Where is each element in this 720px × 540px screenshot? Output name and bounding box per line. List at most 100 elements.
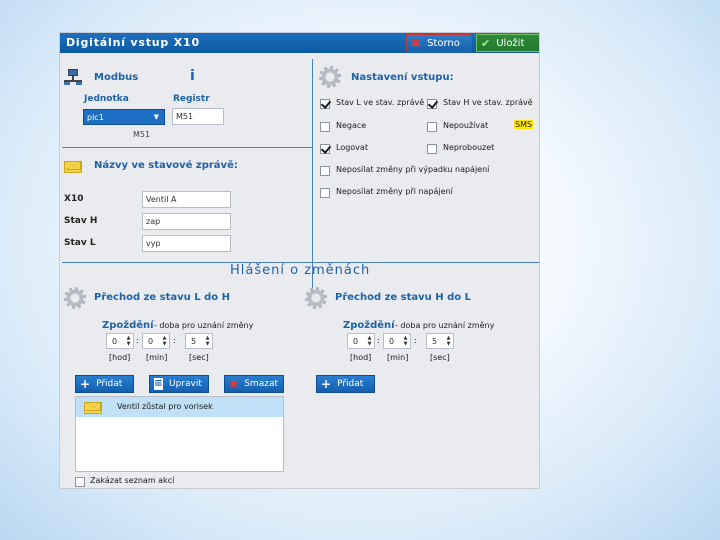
stepper-arrows-icon[interactable]: ▲ ▼ [445,335,452,347]
edit-button[interactable]: ≡ Upravit [149,375,209,393]
check-icon: ✔ [481,36,491,50]
modbus-header: Modbus [94,72,139,83]
list-item[interactable]: Ventil zůstal pro vorisek [76,397,283,417]
envelope-icon [84,402,102,414]
hours-value: 0 [112,336,118,346]
network-icon [64,69,82,85]
separator: : [377,336,380,345]
delay-hint: - doba pro uznání změny [154,321,254,330]
checkbox-state-h-message[interactable] [427,99,437,109]
stepper-arrows-icon[interactable]: ▲ ▼ [125,335,132,347]
stepper-arrows-icon[interactable]: ▲ ▼ [366,335,373,347]
delete-button[interactable]: ✖ Smazat [224,375,284,393]
add-button-right[interactable]: + Přidat [316,375,375,393]
checkbox-disable[interactable] [427,122,437,132]
unit-hours: [hod] [109,353,131,362]
seconds-stepper[interactable]: 5 ▲ ▼ [185,333,213,349]
seconds-stepper[interactable]: 5 ▲ ▼ [426,333,454,349]
minutes-stepper[interactable]: 0 ▲ ▼ [142,333,170,349]
unit-minutes: [min] [146,353,168,362]
envelope-icon [64,161,82,173]
option-label: Stav L ve stav. zprávě [336,98,425,107]
settings-header: Nastavení vstupu: [351,72,454,83]
plus-icon: + [321,377,332,391]
document-icon: ≡ [154,378,163,390]
add-button-left[interactable]: + Přidat [75,375,134,393]
delay-label: Zpoždění [102,320,154,331]
close-icon: ✖ [411,36,422,50]
option-label: Neposílat změny při výpadku napájení [336,165,490,174]
gear-icon [64,287,86,309]
dialog-window: Digitální vstup X10 ✖ Storno ✔ Uložit Mo… [59,32,540,489]
gear-icon [319,66,341,88]
unit-minutes: [min] [387,353,409,362]
transition-lh-title: Přechod ze stavu L do H [94,292,231,303]
register-input-value: M51 [176,112,194,121]
seconds-value: 5 [191,336,197,346]
separator: : [173,336,176,345]
sms-badge: SMS [514,120,534,129]
register-display: M51 [133,130,151,139]
message-row-label: X10 [64,194,84,204]
hours-stepper[interactable]: 0 ▲ ▼ [106,333,134,349]
delay-hint: - doba pro uznání změny [395,321,495,330]
minutes-value: 0 [148,336,154,346]
hours-stepper[interactable]: 0 ▲ ▼ [347,333,375,349]
info-icon[interactable]: i [190,68,195,84]
state-h-input[interactable]: zap [142,213,231,230]
plus-icon: + [80,377,91,391]
checkbox-no-send-power-loss[interactable] [320,166,330,176]
state-l-input-value: vyp [146,239,161,248]
add-label: Přidat [337,379,364,389]
unit-seconds: [sec] [430,353,450,362]
minutes-value: 0 [389,336,395,346]
state-h-label: Stav H [64,216,98,226]
option-label: Neposílat změny při napájení [336,187,453,196]
option-label: Negace [336,121,367,130]
message-input[interactable]: Ventil A [142,191,231,208]
state-h-input-value: zap [146,217,161,226]
state-l-label: Stav L [64,238,96,248]
window-title: Digitální vstup X10 [66,36,200,49]
register-input[interactable]: M51 [172,108,224,125]
stepper-arrows-icon[interactable]: ▲ ▼ [204,335,211,347]
separator: : [136,336,139,345]
disable-list-label: Zakázat seznam akcí [90,476,175,485]
delete-label: Smazat [244,379,278,389]
transition-hl-title: Přechod ze stavu H do L [335,292,472,303]
delete-icon: ✖ [229,377,239,391]
register-label: Registr [173,94,210,104]
option-label: Logovat [336,143,368,152]
separator: : [414,336,417,345]
action-list[interactable]: Ventil zůstal pro vorisek [75,396,284,472]
vertical-divider [312,59,313,291]
minutes-stepper[interactable]: 0 ▲ ▼ [383,333,411,349]
checkbox-log[interactable] [320,144,330,154]
state-l-input[interactable]: vyp [142,235,231,252]
option-label: Neprobouzet [443,143,495,152]
delay-label: Zpoždění [343,320,395,331]
checkbox-disable-action-list[interactable] [75,477,85,487]
add-label: Přidat [96,379,123,389]
unit-select[interactable]: plc1 ▼ [83,109,165,125]
title-bar: Digitální vstup X10 ✖ Storno ✔ Uložit [60,33,539,53]
save-button[interactable]: ✔ Uložit [476,34,539,52]
checkbox-negation[interactable] [320,122,330,132]
checkbox-state-l-message[interactable] [320,99,330,109]
stepper-arrows-icon[interactable]: ▲ ▼ [161,335,168,347]
cancel-button[interactable]: ✖ Storno [406,34,472,52]
unit-seconds: [sec] [189,353,209,362]
notifications-header: Hlášení o změnách [230,263,371,278]
unit-label: Jednotka [84,94,129,104]
option-label: Nepoužívat [443,121,489,130]
stepper-arrows-icon[interactable]: ▲ ▼ [402,335,409,347]
option-label: Stav H ve stav. zprávě [443,98,533,107]
checkbox-no-send-power-on[interactable] [320,188,330,198]
messages-header: Názvy ve stavové zprávě: [94,160,238,171]
edit-label: Upravit [169,379,202,389]
unit-select-value: plc1 [87,112,104,122]
checkbox-no-wakeup[interactable] [427,144,437,154]
message-input-value: Ventil A [146,195,177,204]
unit-hours: [hod] [350,353,372,362]
seconds-value: 5 [432,336,438,346]
